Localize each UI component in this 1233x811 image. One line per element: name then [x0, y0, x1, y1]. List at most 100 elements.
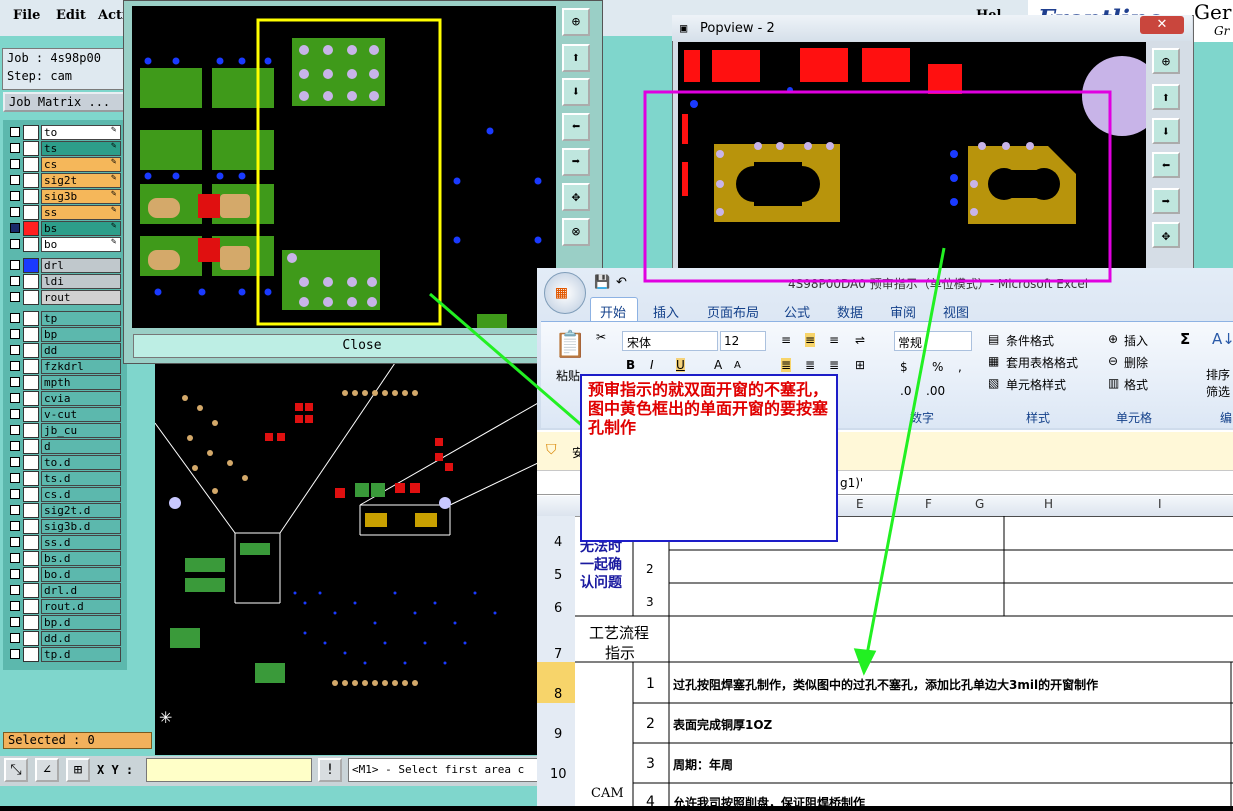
layer-color-swatch[interactable] — [23, 359, 39, 374]
layer-name[interactable]: dd — [41, 343, 121, 358]
align-left-icon[interactable]: ≣ — [781, 358, 792, 372]
cell-row5-a[interactable]: 一起确 — [580, 554, 622, 574]
layer-row-drl.d[interactable]: drl.d — [3, 583, 127, 598]
layer-checkbox[interactable] — [10, 569, 20, 579]
layer-row-cs[interactable]: cs ✎ — [3, 157, 127, 172]
cell-row8-c[interactable]: 过孔按阻焊塞孔制作，类似图中的过孔不塞孔，添加比孔单边大3mil的开窗制作 — [673, 676, 1098, 693]
layer-row-bs[interactable]: bs ✎ — [3, 221, 127, 236]
layer-name[interactable]: ss.d — [41, 535, 121, 550]
layer-checkbox[interactable] — [10, 361, 20, 371]
layer-checkbox[interactable] — [10, 127, 20, 137]
tab-home[interactable]: 开始 — [600, 302, 626, 321]
grow-font-icon[interactable]: A — [714, 358, 722, 372]
cut-icon[interactable]: ✂ — [596, 330, 606, 344]
tab-formulas[interactable]: 公式 — [784, 302, 810, 321]
cell-row6-b[interactable]: 3 — [646, 595, 654, 609]
percent-icon[interactable]: % — [932, 360, 943, 374]
cell-row10-b[interactable]: 3 — [646, 756, 655, 772]
layer-color-swatch[interactable] — [23, 258, 39, 273]
increase-decimal-icon[interactable]: .0 — [900, 384, 911, 398]
layer-checkbox[interactable] — [10, 489, 20, 499]
font-size-select[interactable]: 12 — [720, 331, 766, 351]
layer-checkbox[interactable] — [10, 292, 20, 302]
layer-color-swatch[interactable] — [23, 274, 39, 289]
pan-down-icon[interactable]: ⬇ — [1152, 118, 1180, 144]
layer-name[interactable]: ts — [41, 141, 121, 156]
layer-row-bs.d[interactable]: bs.d — [3, 551, 127, 566]
layer-color-swatch[interactable] — [23, 455, 39, 470]
pan-down-icon[interactable]: ⬇ — [562, 78, 590, 106]
popview-2-canvas[interactable] — [678, 42, 1146, 272]
layer-row-bo.d[interactable]: bo.d — [3, 567, 127, 582]
wrap-text-icon[interactable]: ⇌ — [855, 333, 865, 347]
layer-checkbox[interactable] — [10, 633, 20, 643]
pencil-icon[interactable]: ✎ — [111, 141, 116, 151]
tab-insert[interactable]: 插入 — [653, 302, 679, 321]
layer-color-swatch[interactable] — [23, 471, 39, 486]
layer-checkbox[interactable] — [10, 329, 20, 339]
zoom-fit-icon[interactable]: ✥ — [1152, 222, 1180, 248]
row-num-7[interactable]: 7 — [554, 647, 562, 662]
layer-color-swatch[interactable] — [23, 535, 39, 550]
table-format-label[interactable]: 套用表格格式 — [1006, 354, 1078, 371]
popview-1-canvas[interactable] — [132, 6, 556, 328]
autosum-icon[interactable]: Σ — [1180, 330, 1190, 348]
main-graphic-area[interactable]: ✳ — [155, 363, 538, 755]
cell-row5-b[interactable]: 2 — [646, 562, 654, 576]
grid-icon[interactable]: ⊞ — [66, 758, 90, 782]
align-bottom-icon[interactable]: ≡ — [829, 333, 839, 347]
layer-checkbox[interactable] — [10, 409, 20, 419]
format-cells-label[interactable]: 格式 — [1124, 376, 1148, 393]
layer-color-swatch[interactable] — [23, 237, 39, 252]
layer-color-swatch[interactable] — [23, 375, 39, 390]
layer-color-swatch[interactable] — [23, 221, 39, 236]
tab-view[interactable]: 视图 — [943, 302, 969, 321]
layer-name[interactable]: tp — [41, 311, 121, 326]
layer-color-swatch[interactable] — [23, 551, 39, 566]
layer-color-swatch[interactable] — [23, 647, 39, 662]
layer-name[interactable]: sig2t.d — [41, 503, 121, 518]
layer-name[interactable]: rout.d — [41, 599, 121, 614]
row-num-5[interactable]: 5 — [554, 568, 562, 583]
align-middle-icon[interactable]: ≡ — [805, 333, 816, 347]
layer-color-swatch[interactable] — [23, 173, 39, 188]
layer-row-ss[interactable]: ss ✎ — [3, 205, 127, 220]
layer-row-fzkdrl[interactable]: fzkdrl — [3, 359, 127, 374]
decrease-decimal-icon[interactable]: .00 — [926, 384, 945, 398]
align-top-icon[interactable]: ≡ — [781, 333, 791, 347]
pencil-icon[interactable]: ✎ — [111, 237, 116, 247]
conditional-format-icon[interactable]: ▤ — [988, 332, 999, 346]
filter-label[interactable]: 筛选 — [1206, 383, 1230, 400]
layer-checkbox[interactable] — [10, 191, 20, 201]
layer-color-swatch[interactable] — [23, 141, 39, 156]
layer-row-ss.d[interactable]: ss.d — [3, 535, 127, 550]
row-num-9[interactable]: 9 — [554, 727, 562, 742]
layer-name[interactable]: rout — [41, 290, 121, 305]
layer-name[interactable]: jb_cu — [41, 423, 121, 438]
layer-checkbox[interactable] — [10, 473, 20, 483]
layer-color-swatch[interactable] — [23, 407, 39, 422]
layer-color-swatch[interactable] — [23, 327, 39, 342]
col-i[interactable]: I — [1158, 497, 1162, 511]
layer-color-swatch[interactable] — [23, 439, 39, 454]
cell-row9-b[interactable]: 2 — [646, 716, 655, 732]
bold-icon[interactable]: B — [626, 358, 635, 372]
zoom-fit-icon[interactable]: ✥ — [562, 183, 590, 211]
layer-color-swatch[interactable] — [23, 343, 39, 358]
layer-checkbox[interactable] — [10, 521, 20, 531]
layer-name[interactable]: v-cut — [41, 407, 121, 422]
sort-label[interactable]: 排序 — [1206, 366, 1230, 383]
font-name-select[interactable]: 宋体 — [622, 331, 718, 351]
layer-checkbox[interactable] — [10, 553, 20, 563]
layer-name[interactable]: cs — [41, 157, 121, 172]
layer-color-swatch[interactable] — [23, 567, 39, 582]
layer-row-rout.d[interactable]: rout.d — [3, 599, 127, 614]
layer-color-swatch[interactable] — [23, 391, 39, 406]
cell-row11-b[interactable]: 4 — [646, 794, 655, 810]
pan-right-icon[interactable]: ➡ — [1152, 188, 1180, 214]
layer-checkbox[interactable] — [10, 175, 20, 185]
layer-name[interactable]: fzkdrl — [41, 359, 121, 374]
layer-name[interactable]: sig2t — [41, 173, 121, 188]
layer-row-ts[interactable]: ts ✎ — [3, 141, 127, 156]
layer-checkbox[interactable] — [10, 377, 20, 387]
